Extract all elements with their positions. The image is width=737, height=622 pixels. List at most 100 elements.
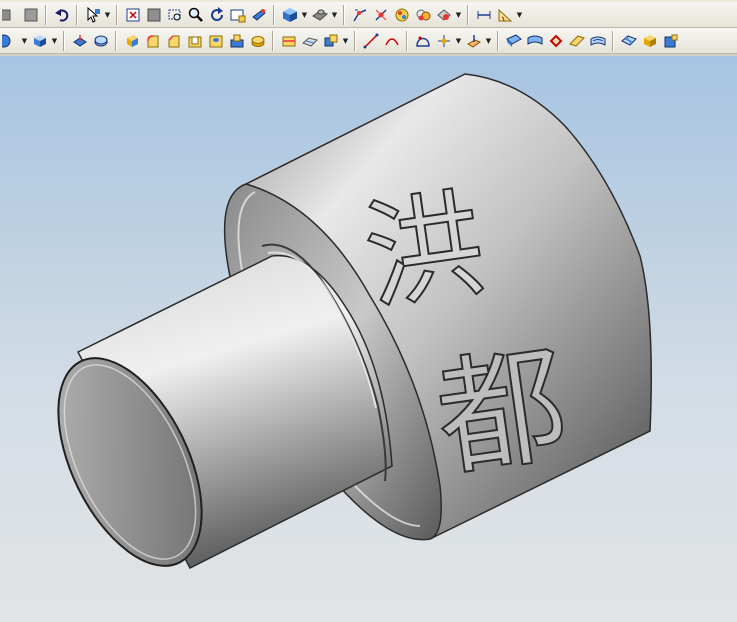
measure-angle-button[interactable]	[495, 5, 514, 25]
select-filter-button[interactable]	[83, 5, 102, 25]
surface-blue-icon	[527, 33, 543, 49]
analysis-button[interactable]	[392, 5, 411, 25]
shell-button[interactable]	[185, 31, 204, 51]
render-style-dropdown[interactable]: ▼	[331, 5, 338, 25]
material-button[interactable]	[434, 5, 453, 25]
section-view-button[interactable]	[249, 5, 268, 25]
circle-partial-icon	[1, 33, 18, 49]
surface-yellow-icon	[568, 33, 585, 49]
surface-blue-button[interactable]	[525, 31, 544, 51]
sew-button[interactable]	[300, 31, 319, 51]
edge-blend-button[interactable]	[143, 31, 162, 51]
graphics-viewport[interactable]: 洪 都	[0, 56, 737, 622]
edit-color-button[interactable]	[413, 5, 432, 25]
unite-button[interactable]	[321, 31, 340, 51]
point-dropdown[interactable]: ▼	[455, 31, 462, 51]
spline-button[interactable]	[413, 31, 432, 51]
datum-plane-icon	[466, 33, 482, 49]
datum-plane-dropdown[interactable]: ▼	[485, 31, 492, 51]
toolbar-separator	[612, 30, 614, 51]
chamfer-button[interactable]	[164, 31, 183, 51]
gold-block-button[interactable]	[640, 31, 659, 51]
engraved-character-1: 洪	[356, 174, 492, 327]
blue-block-button[interactable]	[661, 31, 680, 51]
sheet-button[interactable]	[504, 31, 523, 51]
toolbar-separator	[343, 4, 345, 25]
curve-red-icon	[548, 33, 564, 49]
hole-button[interactable]	[206, 31, 225, 51]
sketch-snap-button[interactable]	[350, 5, 369, 25]
engraved-character-2: 都	[428, 330, 576, 495]
section-view-icon	[251, 7, 267, 23]
unite-dropdown[interactable]: ▼	[342, 31, 349, 51]
shaded-square-button[interactable]	[144, 5, 163, 25]
toolbar-separator	[115, 30, 117, 51]
cube-view-icon	[32, 33, 48, 49]
blue-block-icon	[663, 33, 679, 49]
extrude-button[interactable]	[70, 31, 89, 51]
edit-color-icon	[415, 7, 431, 23]
toolbar-row-2: ▼ ▼ ▼ ▼ ▼	[0, 28, 737, 54]
render-style-icon	[311, 7, 328, 23]
surface-yellow-button[interactable]	[567, 31, 586, 51]
material-icon	[436, 7, 452, 23]
revolve-button[interactable]	[91, 31, 110, 51]
curve-red-button[interactable]	[546, 31, 565, 51]
constraint-button[interactable]	[371, 5, 390, 25]
toolbar-separator	[467, 4, 469, 25]
sketch-snap-icon	[352, 7, 368, 23]
toolbar-separator	[406, 30, 408, 51]
circle-partial-dropdown[interactable]: ▼	[21, 31, 28, 51]
solid-block-button[interactable]	[122, 31, 141, 51]
shaded-cube-dropdown[interactable]: ▼	[301, 5, 308, 25]
pad-button[interactable]	[248, 31, 267, 51]
toolbar-row-1: ▼ ▼ ▼ ▼ ▼	[0, 2, 737, 28]
measure-distance-button[interactable]	[474, 5, 493, 25]
mesh-button[interactable]	[619, 31, 638, 51]
shaded-square-icon	[146, 7, 162, 23]
gray-box-icon	[23, 7, 39, 23]
gray-box-button[interactable]	[21, 5, 40, 25]
extrude-icon	[72, 33, 88, 49]
trim-body-button[interactable]	[279, 31, 298, 51]
partial-gray-icon	[1, 7, 18, 23]
chamfer-icon	[166, 33, 182, 49]
toolbar-separator	[45, 4, 47, 25]
toolbar-separator	[76, 4, 78, 25]
point-button[interactable]	[434, 31, 453, 51]
zoom-button[interactable]	[186, 5, 205, 25]
pad-icon	[250, 33, 266, 49]
datum-plane-button[interactable]	[464, 31, 483, 51]
shaded-cube-button[interactable]	[280, 5, 299, 25]
cube-view-dropdown[interactable]: ▼	[51, 31, 58, 51]
toolbar-separator	[116, 4, 118, 25]
view-window-button[interactable]	[228, 5, 247, 25]
undo-icon	[54, 7, 70, 23]
sheet-icon	[505, 33, 522, 49]
line-button[interactable]	[361, 31, 380, 51]
fit-view-button[interactable]	[123, 5, 142, 25]
material-dropdown[interactable]: ▼	[455, 5, 462, 25]
undo-button[interactable]	[52, 5, 71, 25]
zoom-area-button[interactable]	[165, 5, 184, 25]
boss-button[interactable]	[227, 31, 246, 51]
solid-block-icon	[124, 33, 140, 49]
fit-view-icon	[125, 7, 141, 23]
offset-surface-button[interactable]	[588, 31, 607, 51]
model-canvas[interactable]: 洪 都	[0, 56, 737, 622]
circle-partial-button[interactable]	[0, 31, 19, 51]
select-filter-dropdown[interactable]: ▼	[104, 5, 111, 25]
arc-button[interactable]	[382, 31, 401, 51]
cube-view-button[interactable]	[30, 31, 49, 51]
toolbar-separator	[273, 4, 275, 25]
zoom-area-icon	[167, 7, 183, 23]
render-style-button[interactable]	[310, 5, 329, 25]
analysis-icon	[394, 7, 410, 23]
hole-icon	[208, 33, 224, 49]
measure-angle-dropdown[interactable]: ▼	[516, 5, 523, 25]
measure-distance-icon	[476, 7, 492, 23]
zoom-icon	[188, 7, 204, 23]
rotate-button[interactable]	[207, 5, 226, 25]
partial-gray-button[interactable]	[0, 5, 19, 25]
unite-icon	[323, 33, 339, 49]
